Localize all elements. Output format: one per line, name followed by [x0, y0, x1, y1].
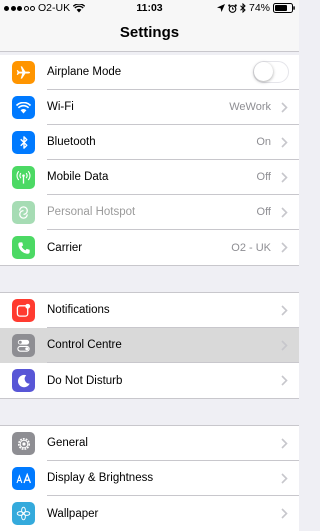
nav-bar: Settings: [0, 16, 299, 52]
settings-row-general[interactable]: General: [0, 426, 299, 461]
location-icon: [216, 4, 225, 12]
chevron-right-icon: [277, 242, 291, 253]
settings-row-personal-hotspot[interactable]: Personal Hotspot Off: [0, 195, 299, 230]
chevron-right-icon: [277, 304, 291, 316]
row-label: Control Centre: [47, 339, 122, 351]
settings-row-bluetooth[interactable]: Bluetooth On: [0, 125, 299, 160]
group-spacer: [0, 265, 299, 293]
settings-row-notifications[interactable]: Notifications: [0, 293, 299, 328]
settings-row-carrier[interactable]: Carrier O2 - UK: [0, 230, 299, 265]
settings-row-airplane-mode: Airplane Mode: [0, 55, 299, 90]
display-icon: [12, 467, 35, 490]
settings-row-display-brightness[interactable]: Display & Brightness: [0, 461, 299, 496]
airplane-mode-toggle[interactable]: [253, 61, 289, 83]
row-value: On: [256, 136, 271, 148]
row-label: Wi-Fi: [47, 101, 74, 113]
row-label: Notifications: [47, 304, 110, 316]
settings-group-notifications: Notifications Control Centre Do Not Dist…: [0, 293, 299, 398]
hotspot-icon: [12, 201, 35, 224]
row-value: O2 - UK: [231, 241, 271, 254]
chevron-right-icon: [277, 508, 291, 519]
row-label: Bluetooth: [47, 136, 96, 148]
bluetooth-icon: [12, 131, 35, 154]
toggle-knob: [254, 62, 273, 81]
status-right: 74%: [216, 0, 295, 16]
row-label: General: [47, 437, 88, 449]
row-label: Display & Brightness: [47, 472, 154, 484]
settings-row-wifi[interactable]: Wi-Fi WeWork: [0, 90, 299, 125]
row-label: Do Not Disturb: [47, 374, 123, 387]
chevron-right-icon: [277, 171, 291, 183]
row-value: Off: [256, 171, 271, 183]
switches-icon: [12, 334, 35, 357]
bluetooth-status-icon: [240, 3, 246, 13]
chevron-right-icon: [277, 101, 291, 113]
row-label: Personal Hotspot: [47, 206, 136, 218]
chevron-right-icon: [277, 472, 291, 484]
chevron-right-icon: [277, 339, 291, 351]
row-label: Mobile Data: [47, 171, 109, 183]
settings-row-do-not-disturb[interactable]: Do Not Disturb: [0, 363, 299, 398]
chevron-right-icon: [277, 206, 291, 218]
settings-row-wallpaper[interactable]: Wallpaper: [0, 496, 299, 531]
chevron-right-icon: [277, 136, 291, 148]
chevron-right-icon: [277, 375, 291, 386]
row-value: Off: [256, 206, 271, 218]
row-label: Airplane Mode: [47, 66, 122, 78]
row-label: Carrier: [47, 241, 83, 254]
wifi-icon: [12, 96, 35, 119]
group-spacer: [0, 398, 299, 426]
chevron-right-icon: [277, 437, 291, 449]
notifications-icon: [12, 299, 35, 322]
wallpaper-icon: [12, 502, 35, 525]
page-title: Settings: [119, 24, 180, 41]
alarm-icon: [228, 3, 237, 13]
settings-row-mobile-data[interactable]: Mobile Data Off: [0, 160, 299, 195]
settings-group-connectivity: Airplane Mode Wi-Fi WeWork Bluetooth On …: [0, 55, 299, 265]
settings-row-control-centre[interactable]: Control Centre: [0, 328, 299, 363]
row-label: Wallpaper: [47, 507, 99, 520]
battery-percent: 74%: [248, 2, 270, 14]
moon-icon: [12, 369, 35, 392]
status-bar: O2-UK 11:03 74%: [0, 0, 299, 16]
settings-group-general: General Display & Brightness Wallpaper: [0, 426, 299, 531]
gear-icon: [12, 432, 35, 455]
airplane-icon: [12, 61, 35, 84]
row-value: WeWork: [229, 101, 271, 113]
phone-icon: [12, 236, 35, 259]
battery-icon: [273, 3, 295, 13]
antenna-icon: [12, 166, 35, 189]
